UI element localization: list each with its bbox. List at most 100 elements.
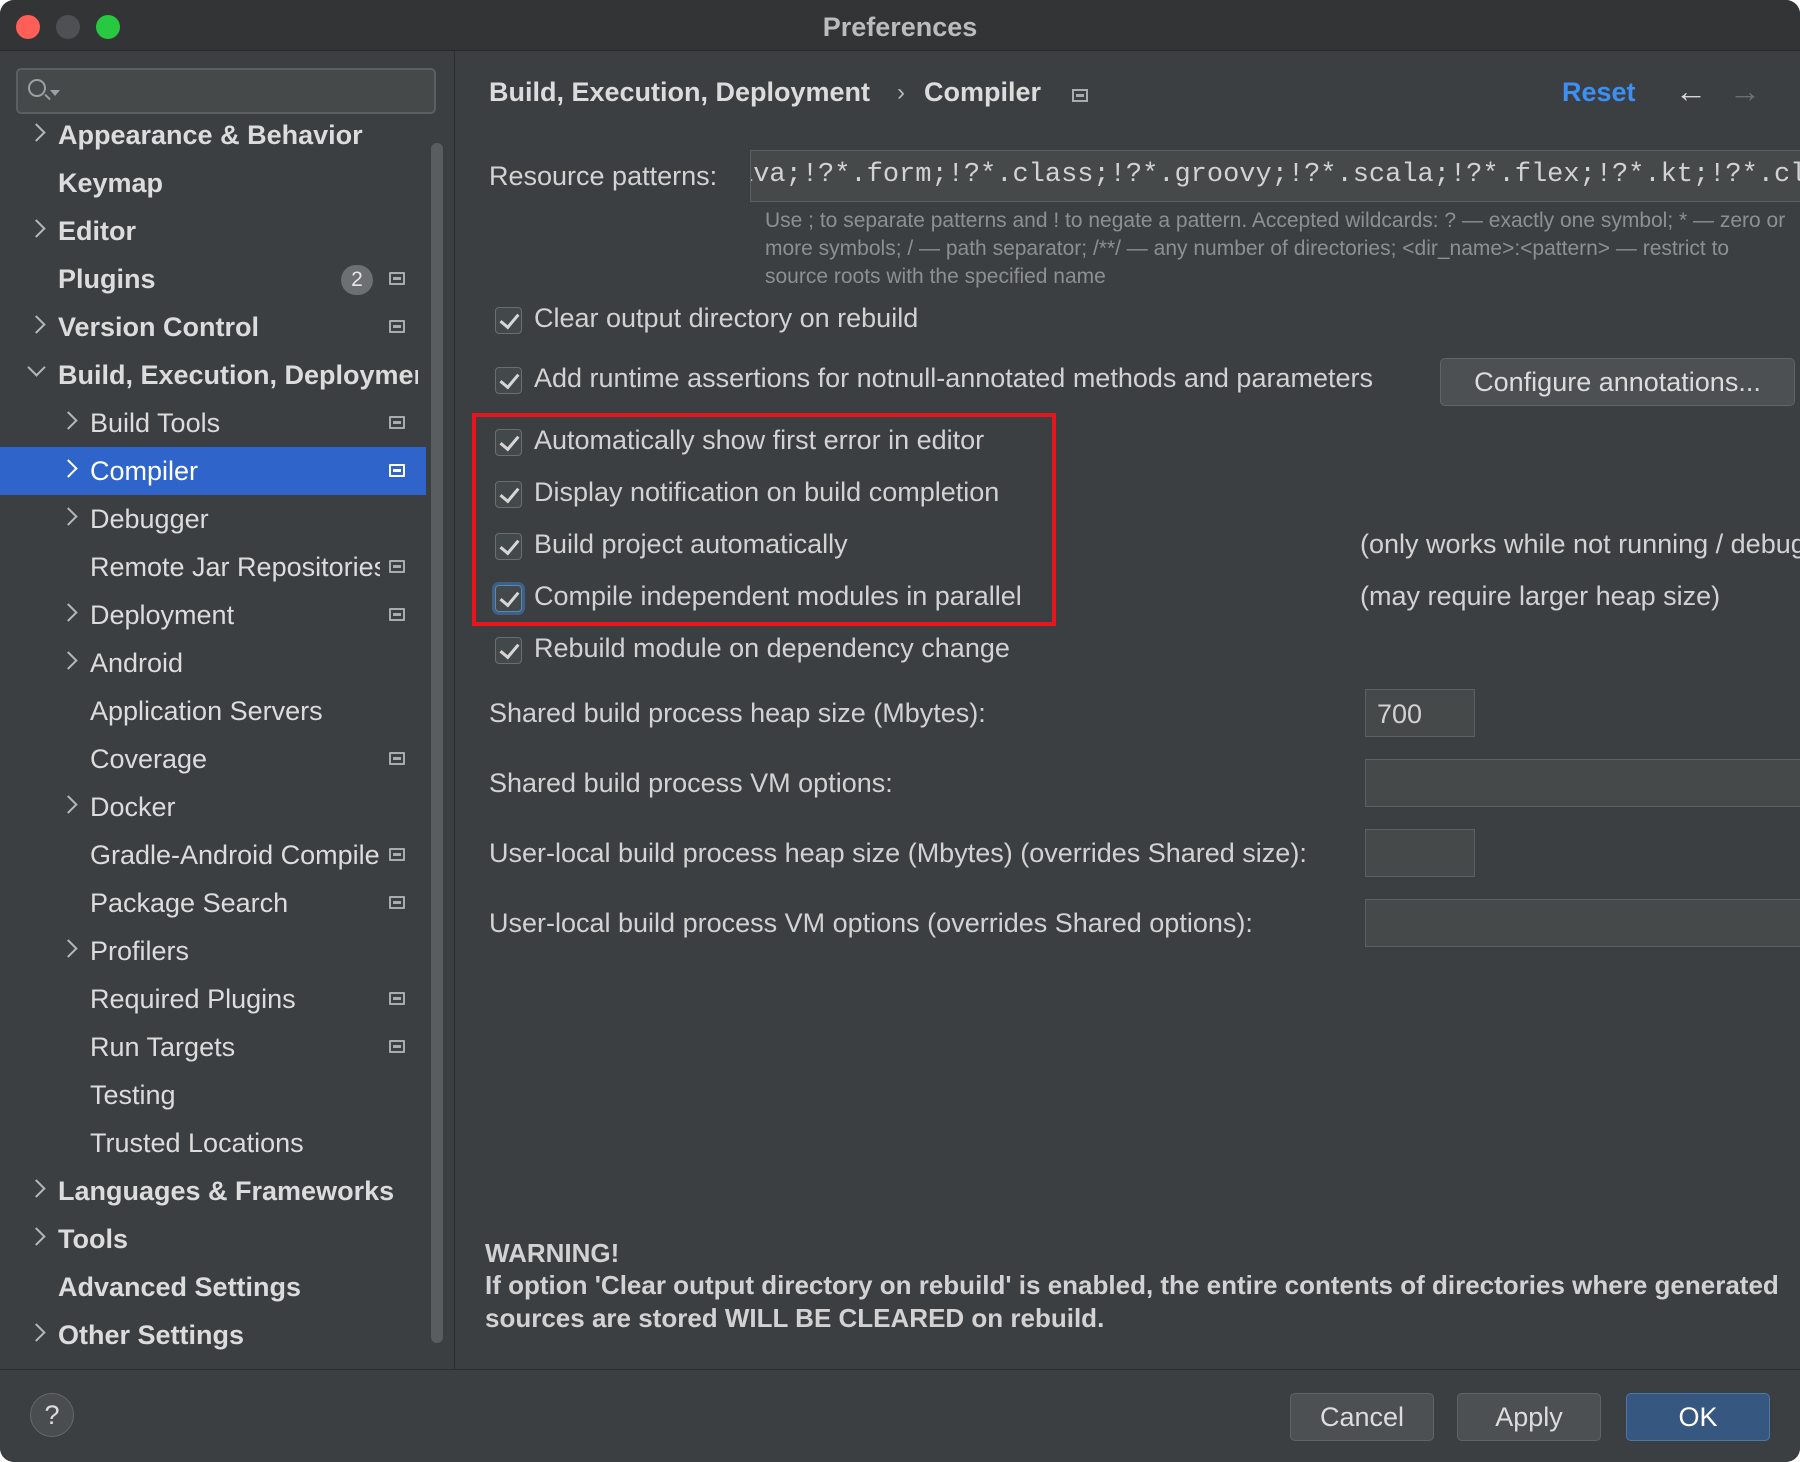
cancel-button[interactable]: Cancel bbox=[1290, 1393, 1434, 1441]
sidebar-item[interactable]: Build Tools bbox=[0, 399, 426, 447]
sidebar-item[interactable]: Compiler bbox=[0, 447, 426, 495]
apply-button[interactable]: Apply bbox=[1457, 1393, 1601, 1441]
resource-patterns-hint: Use ; to separate patterns and ! to nega… bbox=[765, 207, 1800, 291]
chevron-right-icon[interactable] bbox=[27, 1323, 46, 1342]
project-settings-icon bbox=[389, 848, 405, 861]
preferences-window: Preferences Appearance & Behavior Keymap E… bbox=[0, 0, 1800, 1462]
forward-arrow-icon[interactable]: → bbox=[1729, 73, 1761, 110]
chevron-right-icon[interactable] bbox=[59, 651, 78, 670]
sidebar-item-label: Debugger bbox=[90, 504, 209, 534]
project-settings-icon bbox=[389, 992, 405, 1005]
sidebar-item[interactable]: Version Control bbox=[0, 303, 426, 351]
sidebar-item-label: Languages & Frameworks bbox=[58, 1176, 395, 1206]
user-heap-input[interactable] bbox=[1365, 829, 1475, 877]
help-button[interactable]: ? bbox=[30, 1393, 74, 1437]
option-note: (only works while not running / debuggin… bbox=[1360, 529, 1800, 559]
chevron-right-icon[interactable] bbox=[59, 795, 78, 814]
chevron-right-icon[interactable] bbox=[27, 315, 46, 334]
sidebar-item[interactable]: Debugger bbox=[0, 495, 426, 543]
user-vm-input[interactable] bbox=[1365, 899, 1800, 947]
option-label[interactable]: Clear output directory on rebuild bbox=[534, 303, 918, 334]
option-label[interactable]: Rebuild module on dependency change bbox=[534, 633, 1010, 664]
sidebar-item[interactable]: Appearance & Behavior bbox=[0, 111, 426, 159]
settings-sidebar: Appearance & Behavior Keymap Editor Plugins… bbox=[0, 51, 455, 1369]
resource-patterns-label: Resource patterns: bbox=[489, 161, 718, 191]
chevron-right-icon[interactable] bbox=[59, 939, 78, 958]
sidebar-item[interactable]: Testing bbox=[0, 1071, 426, 1119]
sidebar-item-label: Keymap bbox=[58, 168, 164, 198]
sidebar-item[interactable]: Trusted Locations bbox=[0, 1119, 426, 1167]
chevron-right-icon[interactable] bbox=[27, 1179, 46, 1198]
user-heap-label: User-local build process heap size (Mbyt… bbox=[489, 838, 1307, 868]
shared-vm-input[interactable] bbox=[1365, 759, 1800, 807]
warning-text: If option 'Clear output directory on reb… bbox=[485, 1270, 1779, 1333]
sidebar-item-label: Compiler bbox=[90, 456, 199, 486]
sidebar-item[interactable]: Required Plugins bbox=[0, 975, 426, 1023]
chevron-down-icon[interactable] bbox=[27, 358, 46, 377]
sidebar-item-label: Tools bbox=[58, 1224, 128, 1254]
sidebar-item[interactable]: Remote Jar Repositories bbox=[0, 543, 426, 591]
shared-heap-input[interactable]: 700 bbox=[1365, 689, 1475, 737]
sidebar-item-label: Gradle-Android Compiler bbox=[90, 840, 380, 870]
chevron-right-icon[interactable] bbox=[27, 219, 46, 238]
project-settings-icon bbox=[389, 752, 405, 765]
sidebar-item-label: Coverage bbox=[90, 744, 208, 774]
option-note: (may require larger heap size) bbox=[1360, 581, 1721, 611]
chevron-right-icon[interactable] bbox=[59, 411, 78, 430]
sidebar-item[interactable]: Package Search bbox=[0, 879, 426, 927]
sidebar-item-label: Application Servers bbox=[90, 696, 323, 726]
sidebar-item-label: Appearance & Behavior bbox=[58, 120, 363, 150]
option-checkbox[interactable] bbox=[495, 637, 522, 664]
ok-button[interactable]: OK bbox=[1626, 1393, 1770, 1441]
option-label[interactable]: Add runtime assertions for notnull-annot… bbox=[534, 363, 1373, 394]
sidebar-item[interactable]: Application Servers bbox=[0, 687, 426, 735]
chevron-right-icon[interactable] bbox=[27, 1227, 46, 1246]
sidebar-scrollbar[interactable] bbox=[431, 143, 443, 1343]
search-input[interactable] bbox=[16, 68, 436, 114]
sidebar-item-label: Trusted Locations bbox=[90, 1128, 304, 1158]
reset-link[interactable]: Reset bbox=[1562, 77, 1636, 108]
project-settings-icon bbox=[1072, 89, 1088, 102]
sidebar-item[interactable]: Keymap bbox=[0, 159, 426, 207]
chevron-right-icon[interactable] bbox=[59, 459, 78, 478]
configure-annotations-button[interactable]: Configure annotations... bbox=[1440, 358, 1795, 406]
sidebar-item[interactable]: Other Settings bbox=[0, 1311, 426, 1359]
sidebar-item-label: Android bbox=[90, 648, 184, 678]
sidebar-item[interactable]: Deployment bbox=[0, 591, 426, 639]
chevron-right-icon[interactable] bbox=[59, 603, 78, 622]
breadcrumb-current: Compiler bbox=[924, 77, 1042, 107]
sidebar-item-label: Advanced Settings bbox=[58, 1272, 302, 1302]
resource-patterns-field[interactable]: !?*.java;!?*.form;!?*.class;!?*.groovy;!… bbox=[750, 150, 1800, 202]
sidebar-item-label: Plugins bbox=[58, 264, 156, 294]
back-arrow-icon[interactable]: ← bbox=[1675, 73, 1707, 110]
sidebar-item[interactable]: Android bbox=[0, 639, 426, 687]
compiler-settings-panel: Build, Execution, Deployment › Compiler … bbox=[455, 51, 1800, 1369]
highlight-annotation-box bbox=[472, 413, 1056, 626]
project-settings-icon bbox=[389, 1040, 405, 1053]
sidebar-item[interactable]: Gradle-Android Compiler bbox=[0, 831, 426, 879]
sidebar-item[interactable]: Tools bbox=[0, 1215, 426, 1263]
chevron-right-icon[interactable] bbox=[27, 123, 46, 142]
search-icon bbox=[28, 79, 46, 97]
sidebar-item[interactable]: Coverage bbox=[0, 735, 426, 783]
sidebar-item[interactable]: Plugins 2 bbox=[0, 255, 426, 303]
sidebar-item[interactable]: Run Targets bbox=[0, 1023, 426, 1071]
sidebar-item-label: Deployment bbox=[90, 600, 235, 630]
title-bar: Preferences bbox=[0, 0, 1800, 51]
warning-title: WARNING! bbox=[485, 1238, 620, 1268]
sidebar-item[interactable]: Profilers bbox=[0, 927, 426, 975]
hint-line: Use ; to separate patterns and ! to nega… bbox=[765, 209, 1786, 232]
option-checkbox[interactable] bbox=[495, 307, 522, 334]
sidebar-item[interactable]: Build, Execution, Deployment bbox=[0, 351, 426, 399]
sidebar-item[interactable]: Advanced Settings bbox=[0, 1263, 426, 1311]
sidebar-item[interactable]: Editor bbox=[0, 207, 426, 255]
sidebar-item[interactable]: Docker bbox=[0, 783, 426, 831]
chevron-right-icon[interactable] bbox=[59, 507, 78, 526]
option-checkbox[interactable] bbox=[495, 367, 522, 394]
project-settings-icon bbox=[389, 416, 405, 429]
project-settings-icon bbox=[389, 608, 405, 621]
sidebar-item-label: Other Settings bbox=[58, 1320, 245, 1350]
sidebar-item[interactable]: Languages & Frameworks bbox=[0, 1167, 426, 1215]
search-history-caret-icon[interactable] bbox=[50, 90, 60, 96]
breadcrumb-parent[interactable]: Build, Execution, Deployment bbox=[489, 77, 870, 108]
